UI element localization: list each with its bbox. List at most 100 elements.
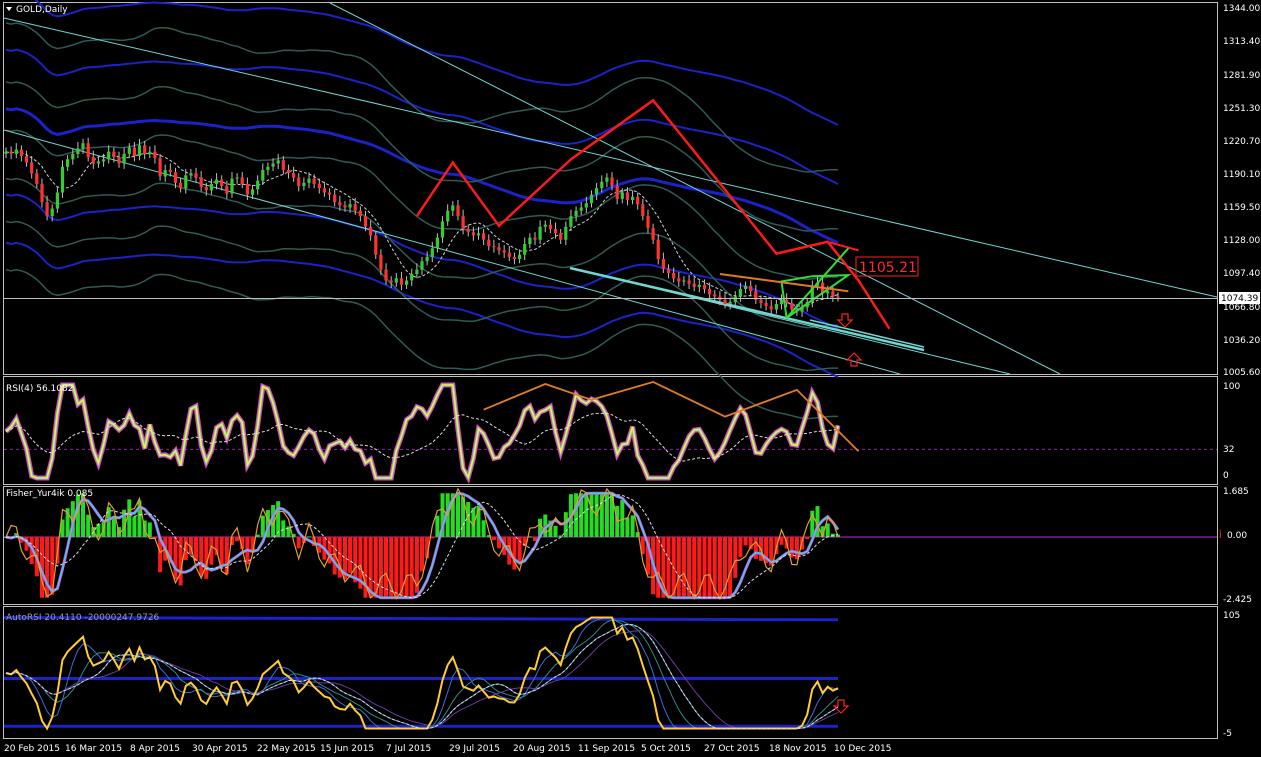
candle-body	[91, 157, 95, 164]
candle-body	[512, 256, 516, 259]
fisher-marker-icon: Ǐ	[1218, 529, 1222, 541]
fisher-histogram-bar	[779, 537, 784, 545]
time-tick: 22 May 2015	[257, 744, 316, 754]
price-tick: 1128.00	[1223, 236, 1260, 246]
time-tick: 18 Nov 2015	[769, 744, 827, 754]
candle-body	[14, 149, 18, 154]
candle-body	[317, 183, 321, 189]
candle-body	[682, 280, 686, 282]
candle-body	[76, 148, 80, 154]
fisher-histogram-bar	[307, 536, 311, 538]
candle-body	[281, 160, 285, 170]
candle-body	[286, 170, 291, 174]
candle-body	[271, 163, 275, 167]
fisher-histogram-bar	[96, 523, 101, 537]
candle-body	[302, 182, 306, 186]
candle-body	[40, 183, 44, 203]
candle-body	[559, 233, 563, 240]
fisher-histogram-bar	[147, 522, 152, 537]
candle-body	[553, 229, 558, 234]
candle-body	[199, 177, 203, 188]
fisher-histogram-bar	[296, 537, 301, 549]
candle-body	[569, 216, 573, 227]
candle-body	[312, 178, 316, 184]
fisher-histogram-bar	[584, 493, 589, 537]
time-tick: 7 Jul 2015	[386, 744, 431, 754]
candle-body	[764, 303, 768, 307]
candle-body	[785, 299, 789, 303]
fisher-histogram-bar	[86, 514, 91, 537]
candle-body	[102, 159, 106, 162]
candle-body	[220, 179, 224, 186]
candle-body	[466, 229, 470, 233]
candle-body	[71, 153, 75, 160]
candle-body	[456, 205, 460, 217]
time-tick: 5 Oct 2015	[641, 744, 691, 754]
candle-body	[66, 159, 70, 167]
candle-body	[646, 216, 650, 228]
fisher-histogram-bar	[743, 537, 748, 546]
fisher-histogram-bar	[692, 537, 697, 598]
candle-body	[769, 306, 773, 310]
fisher-histogram-bar	[702, 537, 707, 598]
fisher-histogram-bar	[456, 493, 460, 537]
candle-body	[435, 237, 439, 249]
candle-body	[112, 151, 116, 158]
price-tick: 1313.40	[1223, 37, 1260, 47]
candle-body	[836, 296, 840, 298]
candle-body	[127, 147, 131, 154]
candle-body	[543, 224, 547, 227]
candle-body	[708, 289, 712, 295]
time-tick: 27 Oct 2015	[704, 744, 760, 754]
candle-body	[677, 278, 681, 282]
fisher-histogram-bar	[353, 537, 358, 583]
fisher-histogram-bar	[825, 523, 830, 537]
candle-body	[374, 235, 378, 255]
candle-body	[215, 179, 219, 184]
symbol-title: GOLD,Daily	[16, 5, 68, 15]
candle-body	[620, 192, 624, 199]
candle-body	[420, 261, 424, 270]
candle-body	[261, 170, 265, 181]
candle-body	[666, 268, 671, 273]
candle-body	[204, 187, 208, 191]
candle-body	[250, 189, 255, 195]
price-tick: 1159.50	[1223, 203, 1260, 213]
chart-canvas[interactable]: GOLD,Daily 1344.00 1313.40 1281.90 1251.…	[0, 0, 1261, 757]
price-tick: 1220.70	[1223, 137, 1260, 147]
candle-body	[605, 177, 609, 182]
candle-body	[35, 173, 39, 184]
fisher-histogram-bar	[173, 537, 178, 580]
autorsi-axis-tick: 105	[1223, 611, 1240, 621]
candle-body	[487, 239, 491, 247]
candle-body	[415, 269, 419, 274]
candle-body	[338, 202, 342, 206]
fisher-axis-tick: 1.685	[1223, 487, 1249, 497]
candle-body	[245, 183, 249, 195]
candle-body	[615, 186, 619, 199]
fisher-histogram-bar	[656, 537, 661, 598]
candle-body	[440, 221, 445, 238]
candle-body	[672, 273, 676, 279]
candle-body	[353, 204, 357, 211]
candle-body	[96, 161, 100, 164]
candle-body	[163, 170, 167, 177]
candle-body	[369, 226, 373, 236]
fisher-histogram-bar	[435, 515, 440, 537]
candle-body	[697, 284, 701, 287]
candle-body	[728, 301, 732, 304]
candle-body	[831, 291, 835, 297]
candle-body	[358, 210, 362, 217]
candle-body	[430, 248, 434, 257]
fisher-histogram-bar	[404, 537, 409, 598]
fisher-histogram-bar	[394, 537, 399, 598]
fisher-histogram-bar	[132, 516, 137, 537]
candle-body	[600, 181, 604, 189]
price-tick: 1066.80	[1223, 303, 1260, 313]
fisher-histogram-bar	[111, 516, 116, 537]
candle-body	[107, 151, 111, 160]
candle-body	[523, 244, 527, 255]
candle-body	[692, 283, 696, 287]
candle-body	[86, 143, 90, 158]
fisher-histogram-bar	[738, 537, 743, 558]
